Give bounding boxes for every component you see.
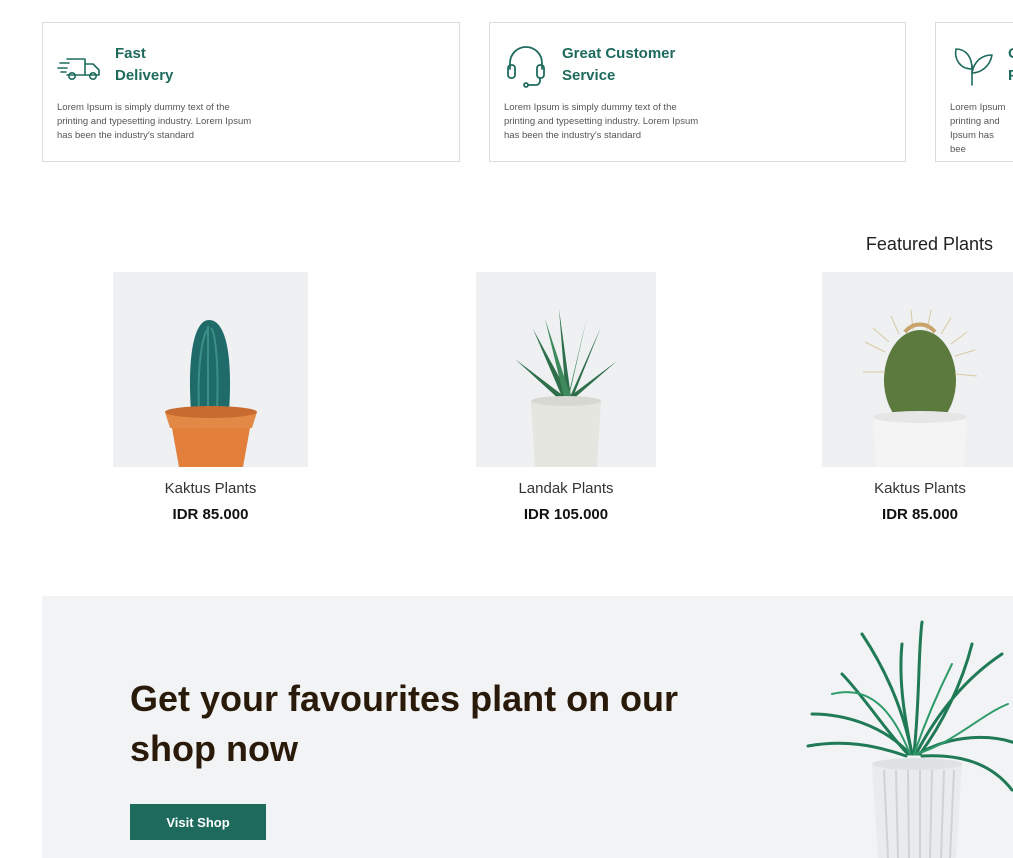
banner-heading: Get your favourites plant on our shop no… — [130, 678, 679, 769]
product-price: IDR 105.000 — [523, 506, 609, 523]
feature-title: Great Customer Service — [562, 45, 676, 84]
feature-title: Fast Delivery — [115, 45, 174, 84]
aloe-in-white-pot-image — [515, 309, 617, 467]
potted-grass-plant-image — [806, 620, 1013, 858]
feature-description: Lorem Ipsum is simply dummy text of the … — [504, 102, 699, 141]
visit-shop-button[interactable]: Visit Shop — [130, 804, 266, 840]
cactus-in-white-pot-image — [863, 309, 978, 467]
cactus-in-terracotta-pot-image — [164, 320, 257, 467]
product-name[interactable]: Kaktus Plants — [113, 480, 308, 497]
featured-section-title: Featured Plants — [865, 234, 993, 254]
delivery-truck-icon — [57, 58, 100, 80]
feature-card-customer-service: Great Customer Service Lorem Ipsum is si… — [489, 22, 906, 162]
product-price: IDR 85.000 — [882, 506, 958, 523]
feature-title: O P — [1008, 43, 1013, 87]
product-image-landak[interactable] — [476, 272, 656, 467]
product-name[interactable]: Landak Plants — [476, 480, 656, 497]
product-image-kaktus[interactable] — [822, 272, 1013, 467]
headset-icon — [507, 46, 545, 88]
feature-card-fast-delivery: Fast Delivery Lorem Ipsum is simply dumm… — [42, 22, 460, 162]
promo-banner: Get your favourites plant on our shop no… — [42, 596, 1013, 858]
feature-description: Lorem Ipsum is simply dummy text of the … — [57, 102, 252, 141]
feature-card-third: O P Lorem Ipsum printing and Ipsum has b… — [935, 22, 1013, 162]
leaves-icon — [954, 48, 993, 86]
product-price: IDR 85.000 — [172, 506, 249, 523]
feature-description: Lorem Ipsum printing and Ipsum has bee — [950, 102, 1006, 155]
product-name[interactable]: Kaktus Plants — [822, 480, 1013, 497]
product-image-kaktus[interactable] — [113, 272, 308, 467]
